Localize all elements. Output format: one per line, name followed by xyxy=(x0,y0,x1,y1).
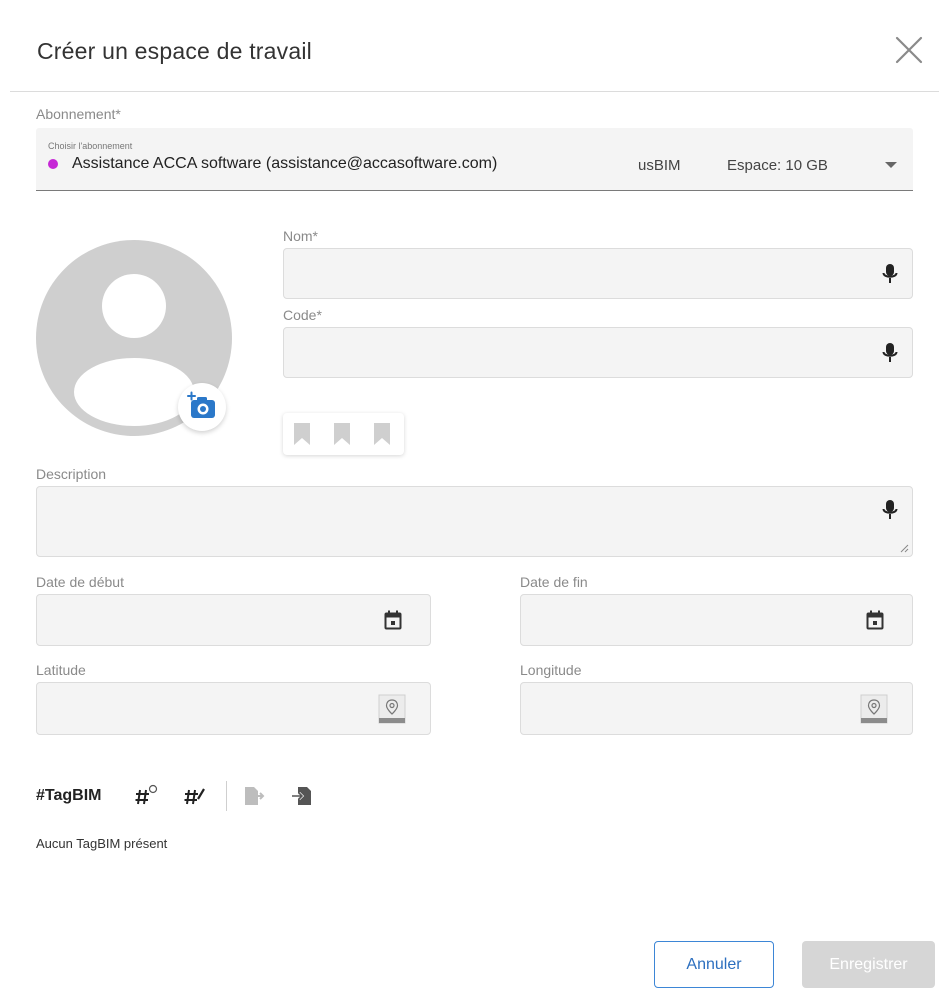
toolbar-divider xyxy=(226,781,227,811)
change-photo-button[interactable] xyxy=(178,383,226,431)
bookmark-icon[interactable] xyxy=(293,422,311,446)
description-field[interactable] xyxy=(36,486,913,557)
longitude-label: Longitude xyxy=(520,662,582,678)
subscription-select[interactable]: Choisir l'abonnement Assistance ACCA sof… xyxy=(36,128,913,191)
calendar-icon[interactable] xyxy=(866,610,884,630)
bookmark-group xyxy=(283,413,404,455)
export-icon xyxy=(245,787,265,805)
empty-tags-message: Aucun TagBIM présent xyxy=(36,836,168,851)
end-date-field[interactable] xyxy=(520,594,913,646)
microphone-icon[interactable] xyxy=(882,499,898,521)
code-label: Code* xyxy=(283,307,322,323)
code-field[interactable] xyxy=(283,327,913,378)
tagbim-label: #TagBIM xyxy=(36,787,102,804)
edit-tag-button[interactable] xyxy=(183,782,207,810)
add-tag-button[interactable] xyxy=(134,782,158,810)
subscription-plan: usBIM xyxy=(638,157,681,174)
export-tag-button[interactable] xyxy=(242,782,266,810)
start-date-label: Date de début xyxy=(36,574,124,590)
close-button[interactable] xyxy=(893,34,925,66)
latitude-label: Latitude xyxy=(36,662,86,678)
chevron-down-icon xyxy=(885,162,897,168)
subscription-color-dot xyxy=(48,159,58,169)
bookmark-icon[interactable] xyxy=(373,422,391,446)
calendar-icon[interactable] xyxy=(384,610,402,630)
name-label: Nom* xyxy=(283,228,319,244)
name-field[interactable] xyxy=(283,248,913,299)
subscription-label: Abonnement* xyxy=(36,106,121,122)
dialog-title: Créer un espace de travail xyxy=(37,38,312,64)
start-date-field[interactable] xyxy=(36,594,431,646)
end-date-label: Date de fin xyxy=(520,574,588,590)
cancel-button[interactable]: Annuler xyxy=(654,941,774,988)
microphone-icon[interactable] xyxy=(882,342,898,364)
microphone-icon[interactable] xyxy=(882,263,898,285)
tag-add-icon xyxy=(135,784,158,805)
import-tag-button[interactable] xyxy=(290,782,314,810)
latitude-field[interactable] xyxy=(36,682,431,735)
close-icon xyxy=(895,36,923,64)
longitude-field[interactable] xyxy=(520,682,913,735)
map-pin-icon[interactable] xyxy=(378,694,406,724)
dialog-header: Créer un espace de travail xyxy=(10,10,939,92)
description-label: Description xyxy=(36,466,107,482)
import-icon xyxy=(292,787,311,805)
save-button[interactable]: Enregistrer xyxy=(802,941,935,988)
subscription-name: Assistance ACCA software (assistance@acc… xyxy=(72,155,498,172)
subscription-space: Espace: 10 GB xyxy=(727,157,828,174)
bookmark-icon[interactable] xyxy=(333,422,351,446)
tag-edit-icon xyxy=(184,788,205,805)
resize-handle-icon[interactable] xyxy=(900,544,909,553)
subscription-small-label: Choisir l'abonnement xyxy=(48,141,133,151)
add-photo-icon xyxy=(187,391,215,418)
map-pin-icon[interactable] xyxy=(860,694,888,724)
